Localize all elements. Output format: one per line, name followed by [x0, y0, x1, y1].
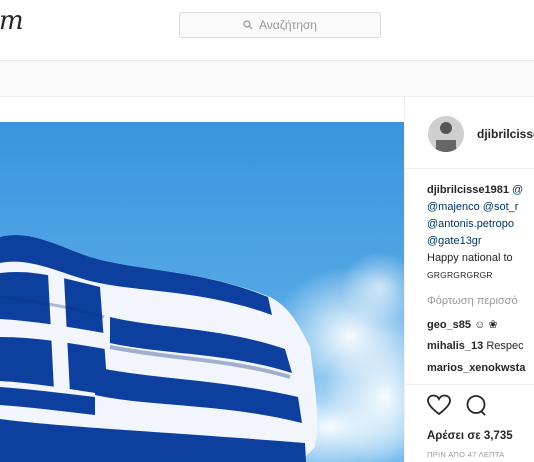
- comment-user[interactable]: mihalis_13: [427, 340, 483, 352]
- avatar[interactable]: [428, 116, 464, 152]
- post-image[interactable]: [0, 97, 404, 462]
- comment-icon[interactable]: [465, 394, 487, 416]
- post-timestamp: ΠΡΙΝ ΑΠΟ 47 ΛΕΠΤΑ: [427, 450, 505, 459]
- caption-author[interactable]: djibrilcisse1981: [427, 184, 509, 196]
- search-input[interactable]: Αναζήτηση: [179, 12, 381, 38]
- actions-divider: [405, 384, 534, 385]
- load-more-comments[interactable]: Φόρτωση περισσό: [427, 295, 518, 307]
- comment-text: Respec: [486, 340, 524, 352]
- comment-user[interactable]: marios_xenokwsta: [427, 362, 525, 374]
- post-author-username[interactable]: djibrilcisse: [477, 127, 534, 141]
- post-side-panel: djibrilcisse djibrilcisse1981 @ @majenco…: [405, 97, 534, 462]
- heart-icon[interactable]: [427, 394, 451, 416]
- comment-item: mihalis_13 Respec: [427, 340, 524, 352]
- comment-item: marios_xenokwsta: [427, 362, 525, 374]
- greek-flag-photo: [0, 97, 404, 462]
- comment-text: ☺ ❀: [474, 319, 498, 331]
- caption-line-1: djibrilcisse1981 @: [427, 184, 523, 196]
- comment-item: geo_s85 ☺ ❀: [427, 318, 498, 331]
- search-placeholder: Αναζήτηση: [259, 18, 317, 32]
- top-strip: [0, 61, 534, 97]
- caption-line-2[interactable]: @majenco @sot_r: [427, 201, 518, 213]
- comment-user[interactable]: geo_s85: [427, 319, 471, 331]
- likes-count[interactable]: Αρέσει σε 3,735: [427, 430, 513, 442]
- search-icon: [243, 20, 253, 30]
- caption-mention[interactable]: @: [512, 184, 523, 196]
- header-divider: [405, 168, 534, 169]
- avatar-image: [428, 116, 464, 152]
- caption-line-6: GRGRGRGRGR: [427, 270, 493, 280]
- top-nav-bar: m Αναζήτηση: [0, 0, 534, 61]
- caption-line-3[interactable]: @antonis.petropo: [427, 218, 514, 230]
- caption-line-4[interactable]: @gate13gr: [427, 235, 482, 247]
- logo[interactable]: m: [0, 6, 24, 36]
- caption-line-5: Happy national to: [427, 252, 513, 264]
